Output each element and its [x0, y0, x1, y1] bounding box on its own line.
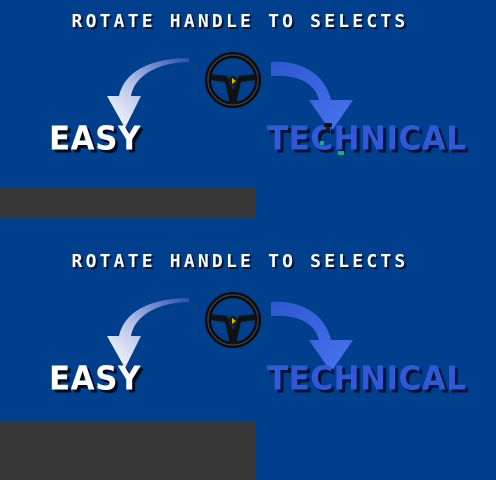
steering-wheel-icon[interactable] — [203, 50, 263, 110]
selection-screen-bottom: ROTATE HANDLE TO SELECTS EASY TECHNICAL — [0, 240, 496, 480]
instruction-text: ROTATE HANDLE TO SELECTS — [71, 11, 409, 32]
option-technical[interactable]: TECHNICAL — [267, 360, 467, 398]
selection-screen-top: ROTATE HANDLE TO SELECTS EASY TECHNICAL — [0, 0, 496, 240]
option-easy[interactable]: EASY — [49, 120, 141, 158]
render-artifact — [320, 123, 344, 155]
option-technical[interactable]: TECHNICAL — [267, 120, 467, 158]
instruction-text: ROTATE HANDLE TO SELECTS — [71, 251, 409, 272]
status-panel — [0, 188, 256, 218]
steering-wheel-icon[interactable] — [203, 290, 263, 350]
status-panel — [0, 422, 256, 480]
option-easy[interactable]: EASY — [49, 360, 141, 398]
